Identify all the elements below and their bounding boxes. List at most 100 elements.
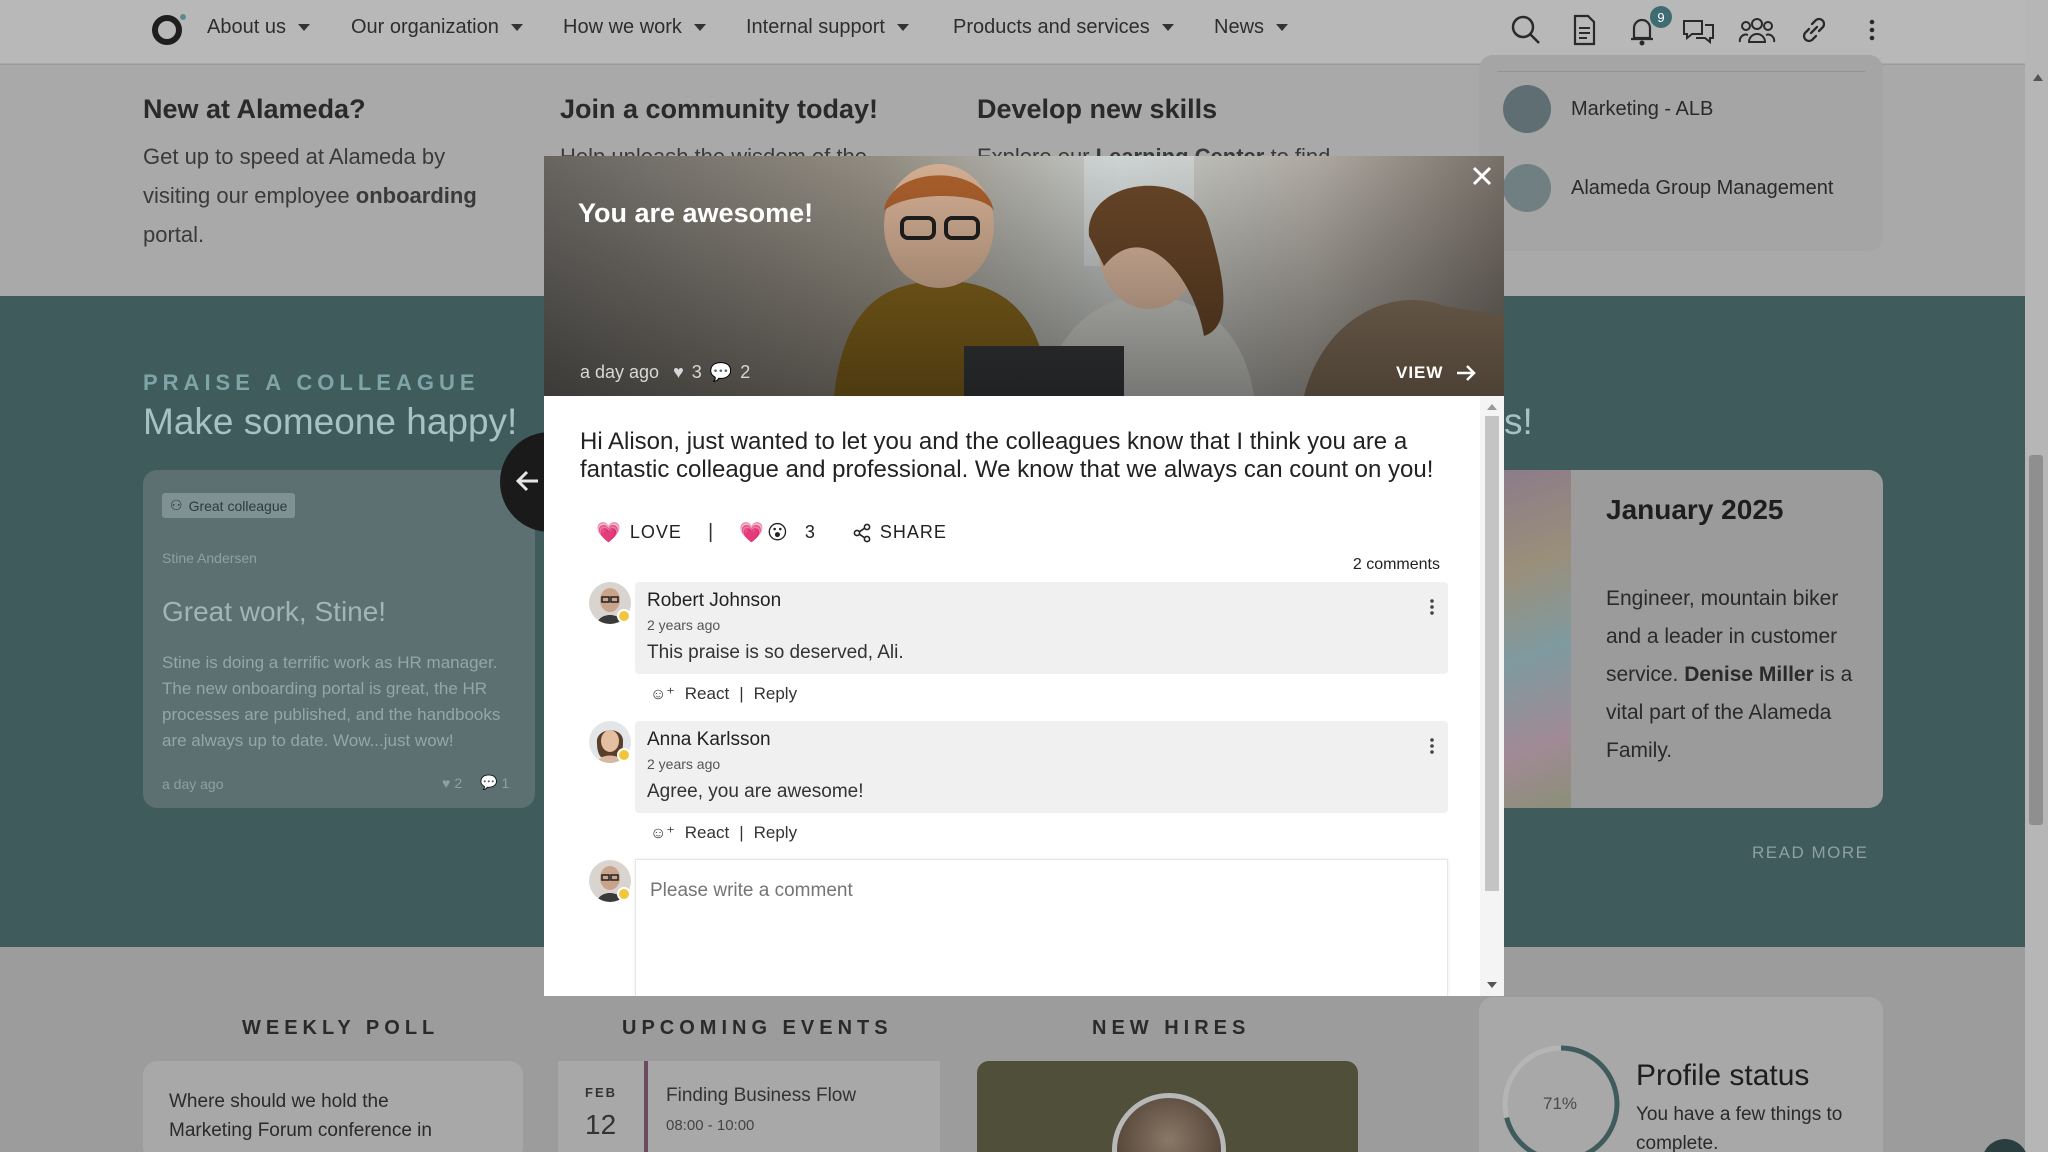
- comment-time: 2 years ago: [647, 617, 721, 633]
- comment-text: Agree, you are awesome!: [647, 781, 864, 802]
- more-vertical-icon[interactable]: [1429, 737, 1435, 755]
- chat-fab-button[interactable]: [1982, 1139, 2028, 1152]
- comment-author[interactable]: Robert Johnson: [647, 590, 781, 612]
- groups-card: Marketing - ALB Alameda Group Management: [1479, 55, 1883, 251]
- praise-author: Stine Andersen: [162, 550, 257, 566]
- reply-button[interactable]: Reply: [754, 684, 797, 704]
- nav-products-and-services[interactable]: Products and services: [953, 16, 1174, 39]
- weekly-poll-heading: WEEKLY POLL: [242, 1017, 440, 1039]
- close-icon: [1472, 166, 1492, 186]
- group-item-marketing[interactable]: Marketing - ALB: [1503, 85, 1713, 133]
- event-day: 12: [585, 1109, 617, 1140]
- view-button[interactable]: VIEW: [1396, 362, 1477, 384]
- event-month: FEB: [585, 1085, 617, 1100]
- modal-scrollbar-thumb[interactable]: [1485, 416, 1499, 891]
- react-button[interactable]: React: [685, 823, 729, 843]
- group-avatar-icon: [1503, 85, 1551, 133]
- reply-button[interactable]: Reply: [754, 823, 797, 843]
- praise-stats: ♥ 2 💬 1: [442, 774, 510, 791]
- add-reaction-icon[interactable]: ☺⁺: [650, 823, 675, 843]
- comment-text: This praise is so deserved, Ali.: [647, 642, 904, 663]
- close-button[interactable]: [1470, 164, 1494, 188]
- colleague-of-month-card[interactable]: January 2025 Engineer, mountain biker an…: [1485, 470, 1883, 808]
- chevron-down-icon: [297, 24, 310, 31]
- praise-card[interactable]: ⚇ Great colleague Stine Andersen Great wo…: [143, 470, 535, 808]
- hero-photo: [544, 156, 1504, 396]
- separator: |: [739, 684, 744, 703]
- wow-reaction-icon: 😮: [767, 522, 789, 544]
- more-vertical-icon[interactable]: [1862, 12, 1882, 48]
- praise-title-fragment: s!: [1504, 401, 1533, 442]
- comment-actions: ☺⁺ React | Reply: [650, 684, 797, 704]
- comment-author[interactable]: Anna Karlsson: [647, 729, 771, 751]
- new-hires-heading: NEW HIRES: [1092, 1017, 1251, 1039]
- upcoming-events-heading: UPCOMING EVENTS: [622, 1017, 893, 1039]
- onboarding-link[interactable]: onboarding: [356, 183, 477, 208]
- page-scrollbar[interactable]: [2025, 0, 2048, 1152]
- arrow-right-icon: [1457, 365, 1477, 381]
- join-community-title: Join a community today!: [560, 94, 879, 124]
- hero-title: You are awesome!: [578, 198, 814, 228]
- event-title: Finding Business Flow: [666, 1085, 857, 1106]
- react-button[interactable]: React: [685, 684, 729, 704]
- page-scrollbar-thumb[interactable]: [2029, 455, 2043, 825]
- scroll-up-arrow-icon[interactable]: [1487, 404, 1497, 410]
- praise-body: Stine is doing a terrific work as HR man…: [162, 653, 501, 750]
- badge-icon: [617, 609, 631, 623]
- new-hires-card[interactable]: [977, 1061, 1358, 1152]
- chevron-down-icon: [510, 24, 523, 31]
- comment-actions: ☺⁺ React | Reply: [650, 823, 797, 843]
- chevron-down-icon: [1276, 24, 1289, 31]
- chat-icon[interactable]: [1680, 12, 1716, 48]
- love-button[interactable]: 💗 LOVE: [596, 520, 682, 545]
- logo-icon[interactable]: [152, 15, 182, 45]
- comment-icon: 💬: [709, 362, 733, 382]
- profile-text: You have a few things to complete.: [1636, 1104, 1843, 1152]
- nav-about-us[interactable]: About us: [207, 16, 310, 39]
- read-more-link[interactable]: READ MORE: [1752, 843, 1868, 863]
- comment-robert-johnson: Robert Johnson 2 years ago This praise i…: [635, 582, 1448, 674]
- separator: |: [707, 521, 714, 543]
- modal-scrollbar[interactable]: [1480, 396, 1504, 996]
- scroll-down-arrow-icon[interactable]: [1487, 982, 1497, 988]
- profile-status-card[interactable]: 71% Profile status You have a few things…: [1479, 997, 1883, 1152]
- praise-modal: You are awesome! a day ago ♥ 3 💬 2 VIEW Hi…: [544, 156, 1504, 996]
- hero-meta: a day ago ♥ 3 💬 2: [580, 362, 751, 382]
- scroll-up-arrow-icon[interactable]: [2033, 74, 2043, 81]
- praise-tag: ⚇ Great colleague: [162, 493, 296, 518]
- comment-anna-karlsson: Anna Karlsson 2 years ago Agree, you are…: [635, 721, 1448, 813]
- share-icon: [853, 523, 871, 542]
- group-avatar-icon: [1503, 164, 1551, 212]
- heart-icon: ♥: [442, 774, 451, 791]
- people-icon[interactable]: [1738, 12, 1776, 48]
- search-icon[interactable]: [1508, 12, 1544, 48]
- profile-title: Profile status: [1636, 1059, 1810, 1092]
- develop-skills-title: Develop new skills: [977, 94, 1218, 124]
- poll-question: Where should we hold the Marketing Forum…: [169, 1091, 432, 1141]
- share-button[interactable]: SHARE: [852, 522, 947, 543]
- modal-body: Hi Alison, just wanted to let you and th…: [544, 396, 1480, 996]
- notification-count-badge: 9: [1650, 6, 1672, 28]
- nav-internal-support[interactable]: Internal support: [746, 16, 909, 39]
- reaction-bar: 💗 LOVE | 💗 😮 3 SHARE: [596, 520, 947, 545]
- more-vertical-icon[interactable]: [1429, 598, 1435, 616]
- event-card[interactable]: FEB 12 Finding Business Flow 08:00 - 10:…: [558, 1061, 940, 1152]
- nav-our-organization[interactable]: Our organization: [351, 16, 523, 39]
- logo-dot: [180, 14, 186, 20]
- chevron-down-icon: [693, 24, 706, 31]
- praise-title: Make someone happy!: [143, 401, 518, 442]
- nav-how-we-work[interactable]: How we work: [563, 16, 706, 39]
- event-accent-bar: [644, 1061, 648, 1152]
- chevron-down-icon: [1161, 24, 1174, 31]
- heart-icon: 💗: [596, 522, 622, 544]
- nav-news[interactable]: News: [1214, 16, 1289, 39]
- comment-input[interactable]: [635, 859, 1448, 996]
- praise-message: Hi Alison, just wanted to let you and th…: [580, 428, 1434, 483]
- document-icon[interactable]: [1566, 12, 1602, 48]
- group-item-management[interactable]: Alameda Group Management: [1503, 164, 1833, 212]
- add-reaction-icon[interactable]: ☺⁺: [650, 684, 675, 704]
- heart-icon: ♥: [673, 362, 684, 382]
- link-icon[interactable]: [1796, 12, 1832, 48]
- reactions-summary[interactable]: 💗 😮 3: [739, 520, 816, 545]
- poll-card: Where should we hold the Marketing Forum…: [143, 1061, 523, 1152]
